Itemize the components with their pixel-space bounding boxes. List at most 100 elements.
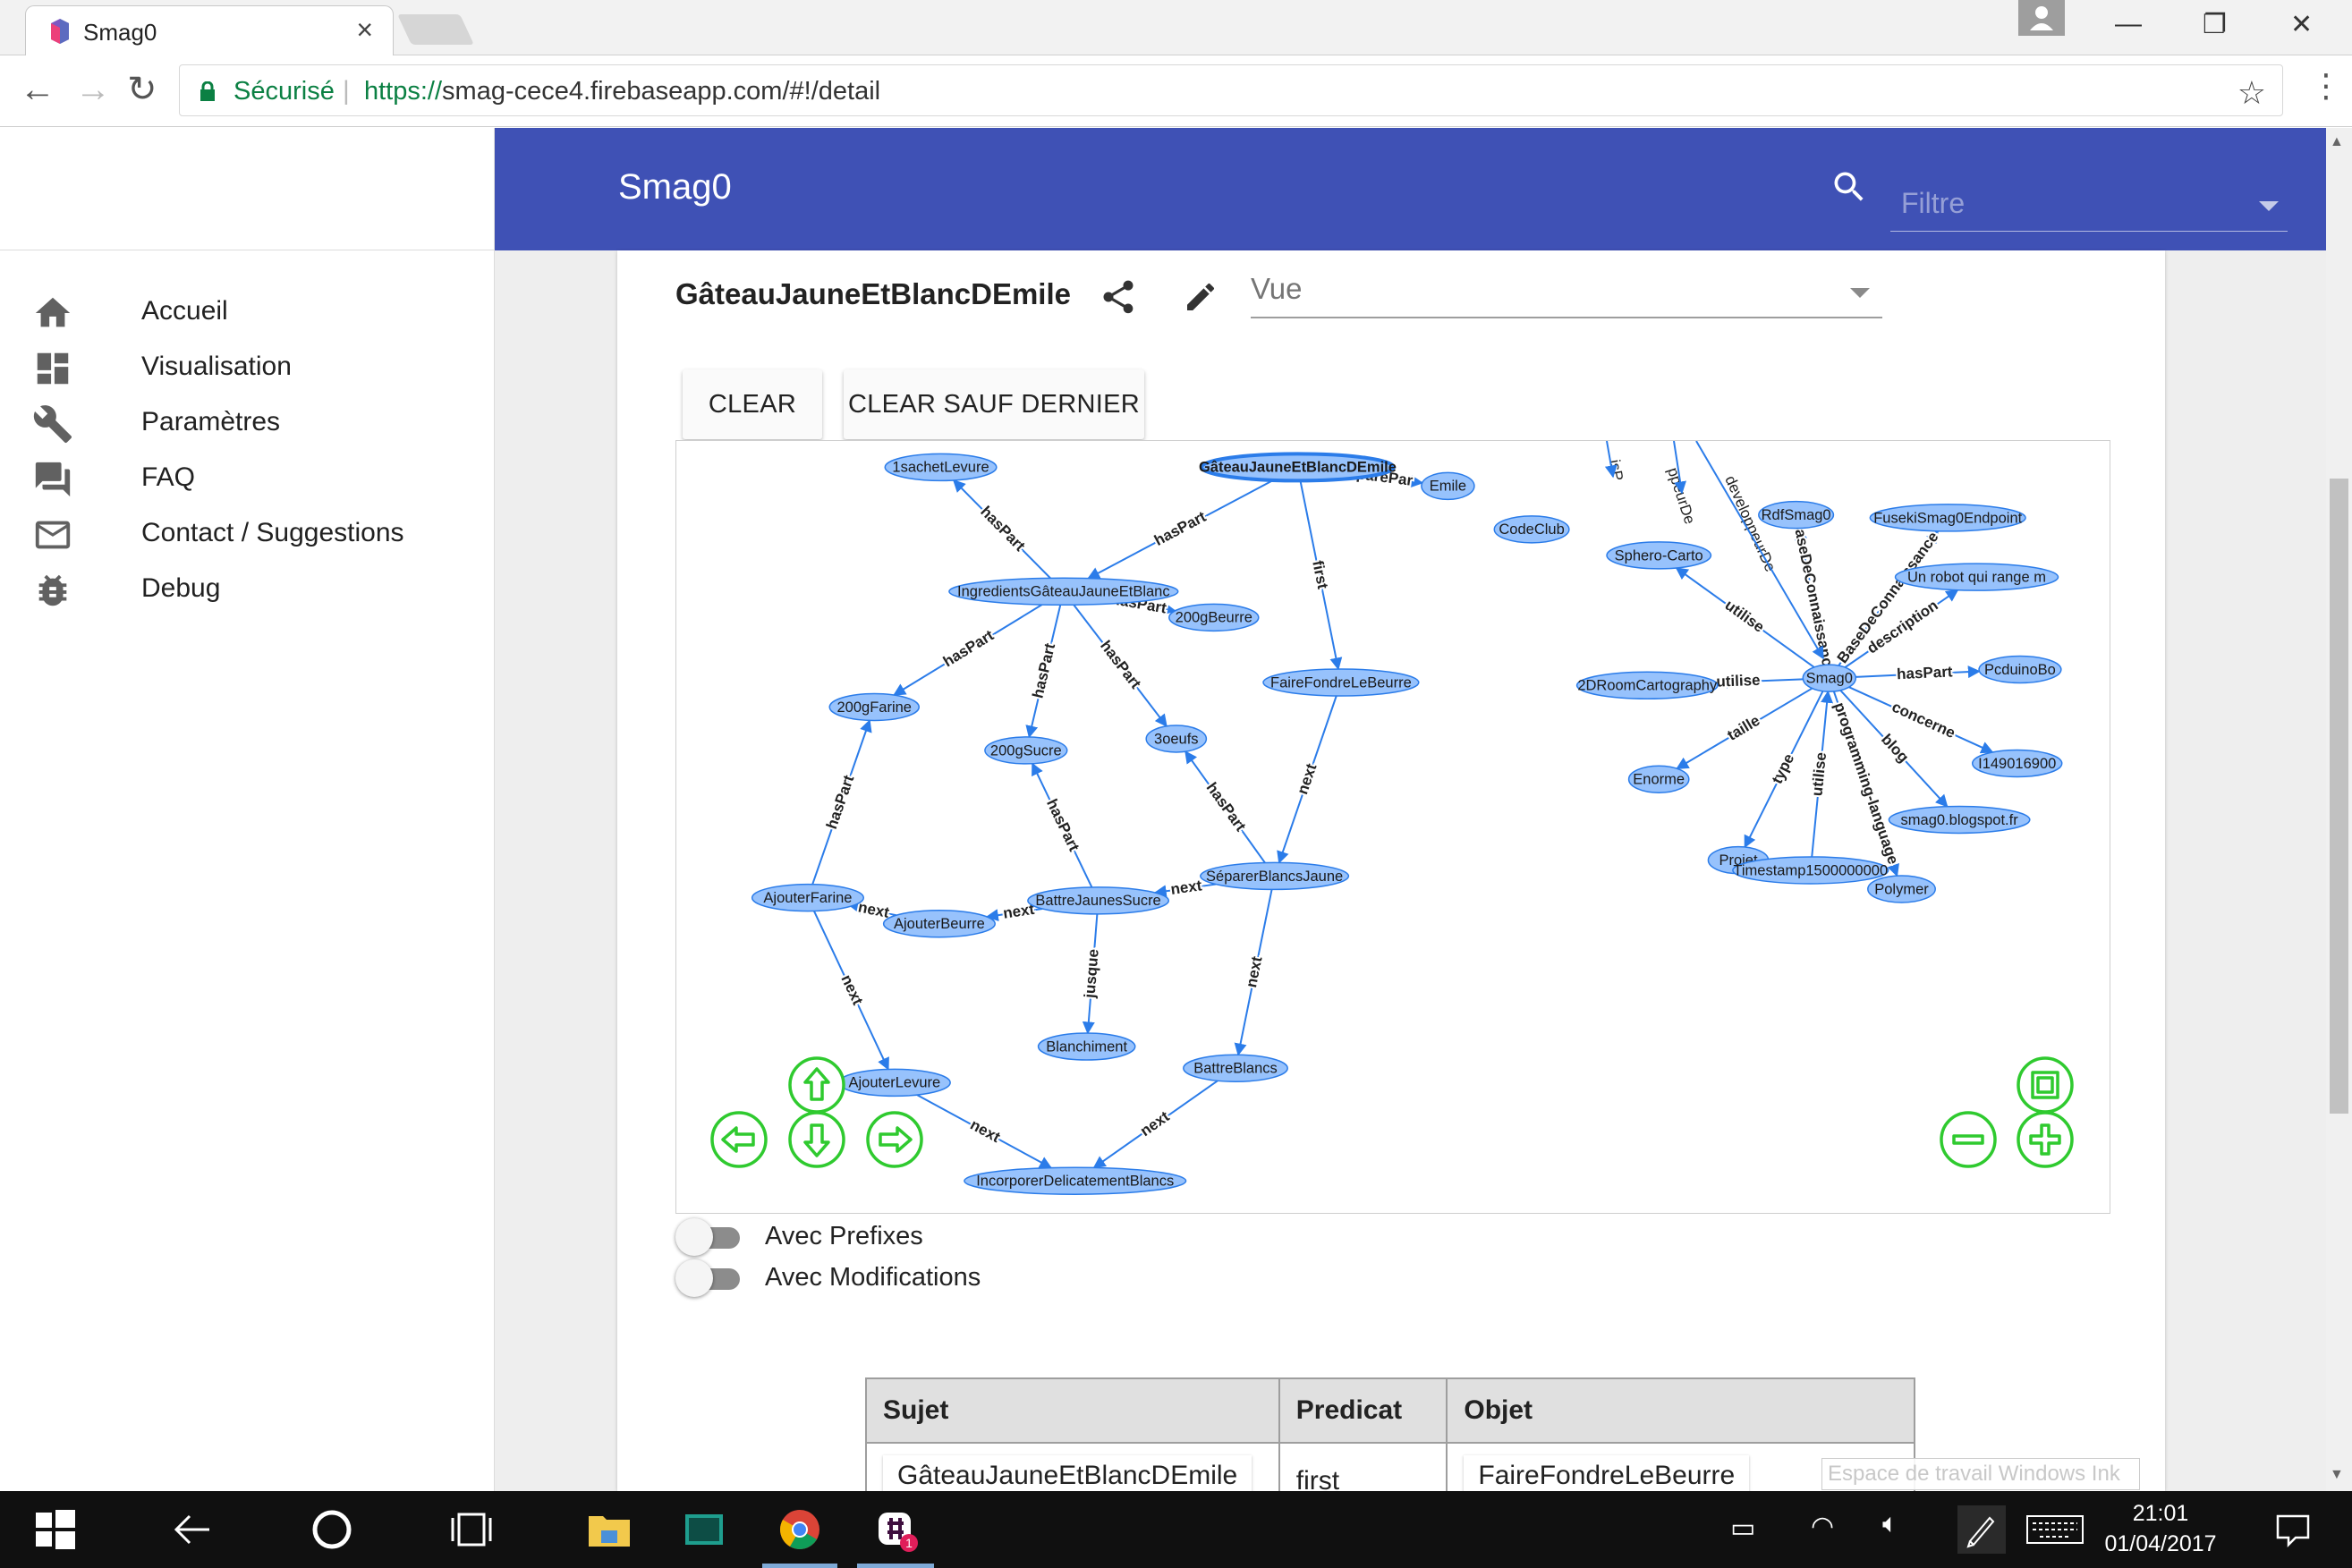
graph-node[interactable]: Smag0 <box>1802 664 1857 692</box>
file-explorer-icon[interactable] <box>585 1505 633 1554</box>
edit-icon[interactable] <box>1183 279 1218 315</box>
omnibox[interactable]: Sécurisé | https://smag-cece4.firebaseap… <box>179 64 2283 116</box>
graph-node[interactable]: I149016900 <box>1971 749 2063 778</box>
view-select[interactable]: Vue <box>1251 268 1882 318</box>
graph-node[interactable]: FaireFondreLeBeurre <box>1262 668 1420 697</box>
reload-icon[interactable]: ↻ <box>127 72 157 107</box>
pan-left-icon[interactable] <box>710 1111 768 1168</box>
node-label: Sphero-Carto <box>1615 547 1703 564</box>
windows-start-icon[interactable] <box>30 1505 79 1554</box>
open-app-indicator <box>857 1564 934 1568</box>
graph-node[interactable]: AjouterLevure <box>837 1068 951 1098</box>
chevron-down-icon <box>2259 201 2279 211</box>
node-label: FaireFondreLeBeurre <box>1270 674 1412 691</box>
graph-node[interactable]: 200gSucre <box>984 736 1068 765</box>
graph-node[interactable]: Un robot qui range m <box>1894 563 2059 591</box>
back-icon[interactable]: ← <box>20 72 55 107</box>
wifi-icon[interactable]: ◠ <box>1811 1511 1834 1542</box>
graph-node[interactable]: CodeClub <box>1493 515 1570 544</box>
app-title: Smag0 <box>618 167 732 207</box>
cortana-icon[interactable] <box>308 1505 356 1554</box>
graph-node[interactable]: FusekiSmag0Endpoint <box>1869 504 2026 532</box>
graph-node[interactable]: Blanchiment <box>1037 1032 1136 1061</box>
graph-canvas[interactable]: hasParthasPartfirstprepareParhasParthasP… <box>675 440 2110 1214</box>
modifications-toggle[interactable]: Avec Modifications <box>675 1258 1123 1299</box>
graph-node[interactable]: 2DRoomCartography <box>1575 671 1719 699</box>
slack-icon[interactable]: 1 <box>871 1505 920 1554</box>
chrome-icon[interactable] <box>776 1505 824 1554</box>
graph-node[interactable]: RdfSmag0 <box>1758 500 1835 530</box>
sidebar-header <box>0 128 495 250</box>
zoom-out-icon[interactable] <box>1940 1111 1997 1168</box>
pan-up-icon[interactable] <box>788 1056 845 1114</box>
search-icon[interactable] <box>1830 167 1869 207</box>
graph-node[interactable]: smag0.blogspot.fr <box>1888 805 2031 835</box>
task-view-icon[interactable] <box>447 1505 496 1554</box>
graph-node[interactable]: IncorporerDelicatementBlancs <box>964 1166 1187 1195</box>
url-text[interactable]: https://smag-cece4.firebaseapp.com/#!/de… <box>364 77 880 106</box>
forum-icon <box>35 462 71 497</box>
taskbar-clock[interactable]: 21:01 01/04/2017 <box>2093 1498 2228 1559</box>
zoom-in-icon[interactable] <box>2017 1111 2074 1168</box>
sidebar-item-label: Debug <box>141 573 221 603</box>
toggle-thumb[interactable] <box>675 1218 713 1256</box>
edge-label: programming-language <box>1830 700 1901 867</box>
scroll-down-icon[interactable]: ▼ <box>2330 1467 2344 1483</box>
clear-button[interactable]: CLEAR <box>683 369 822 439</box>
page-scrollbar-thumb[interactable] <box>2330 479 2348 1114</box>
windows-ink-pen-icon[interactable] <box>1957 1505 2006 1554</box>
graph-node[interactable]: AjouterFarine <box>751 883 865 912</box>
graph-node[interactable]: Polymer <box>1867 875 1936 903</box>
graph-node[interactable]: 200gBeurre <box>1168 603 1260 632</box>
volume-icon[interactable]: 🔈︎ <box>1882 1509 1898 1539</box>
graph-node[interactable]: Timestamp1500000000 <box>1732 856 1889 885</box>
network-graph[interactable]: hasParthasPartfirstprepareParhasParthasP… <box>676 441 2110 1214</box>
browser-tab[interactable]: Smag0 × <box>25 5 394 57</box>
zoom-fit-icon[interactable] <box>2017 1056 2074 1114</box>
sidebar-item-label: FAQ <box>141 462 196 492</box>
sidebar-item-debug[interactable]: Debug <box>0 554 495 625</box>
touch-keyboard-icon[interactable] <box>2024 1505 2086 1554</box>
edge-label: hasPart <box>1029 641 1058 699</box>
graph-node[interactable]: Sphero-Carto <box>1606 541 1712 570</box>
graph-node[interactable]: 1sachetLevure <box>884 453 998 482</box>
browser-menu-icon[interactable]: ⋮ <box>2310 70 2342 102</box>
graph-node[interactable]: IngredientsGâteauJauneEtBlanc <box>948 577 1179 606</box>
graph-node[interactable]: BattreJaunesSucre <box>1027 886 1170 915</box>
scroll-up-icon[interactable]: ▲ <box>2330 134 2344 150</box>
action-center-icon[interactable] <box>2269 1505 2317 1554</box>
minimize-icon[interactable]: — <box>2115 9 2142 39</box>
filter-select[interactable]: Filtre <box>1890 178 2288 232</box>
filter-placeholder: Filtre <box>1901 187 1966 219</box>
toggle-thumb[interactable] <box>675 1259 713 1297</box>
sidebar-item-label: Visualisation <box>141 352 292 381</box>
pan-right-icon[interactable] <box>866 1111 923 1168</box>
graph-node[interactable]: Emile <box>1421 471 1475 501</box>
restore-icon[interactable]: ❐ <box>2203 9 2227 40</box>
profile-button[interactable] <box>2018 0 2065 36</box>
graph-node[interactable]: AjouterBeurre <box>882 909 996 938</box>
edge-label: hasPart <box>940 626 997 670</box>
close-window-icon[interactable]: ✕ <box>2290 9 2313 40</box>
prefixes-toggle[interactable]: Avec Prefixes <box>675 1216 1123 1258</box>
graph-node[interactable]: PcduinoBo <box>1978 655 2062 684</box>
node-label: 200gFarine <box>837 699 912 716</box>
battery-icon[interactable]: ▭ <box>1730 1513 1755 1544</box>
forward-icon[interactable]: → <box>75 72 111 107</box>
terminal-app-icon[interactable] <box>680 1505 728 1554</box>
edge-label: next <box>1243 954 1266 988</box>
graph-node[interactable]: GâteauJauneEtBlancDEmile <box>1199 452 1397 483</box>
bookmark-star-icon[interactable]: ☆ <box>2237 74 2266 112</box>
graph-node[interactable]: SéparerBlancsJaune <box>1200 861 1350 891</box>
edge-label: hasPart <box>1097 637 1144 691</box>
pan-down-icon[interactable] <box>788 1111 845 1168</box>
new-tab-button[interactable] <box>397 14 474 45</box>
graph-node[interactable]: BattreBlancs <box>1183 1054 1288 1082</box>
clear-but-last-button[interactable]: CLEAR SAUF DERNIER <box>844 369 1144 439</box>
graph-node[interactable]: Enorme <box>1627 765 1690 793</box>
graph-node[interactable]: 3oeufs <box>1145 725 1208 753</box>
graph-node[interactable]: 200gFarine <box>828 692 921 722</box>
back-arrow-icon[interactable] <box>168 1505 217 1554</box>
tab-close-icon[interactable]: × <box>356 15 373 44</box>
share-icon[interactable] <box>1099 277 1138 317</box>
